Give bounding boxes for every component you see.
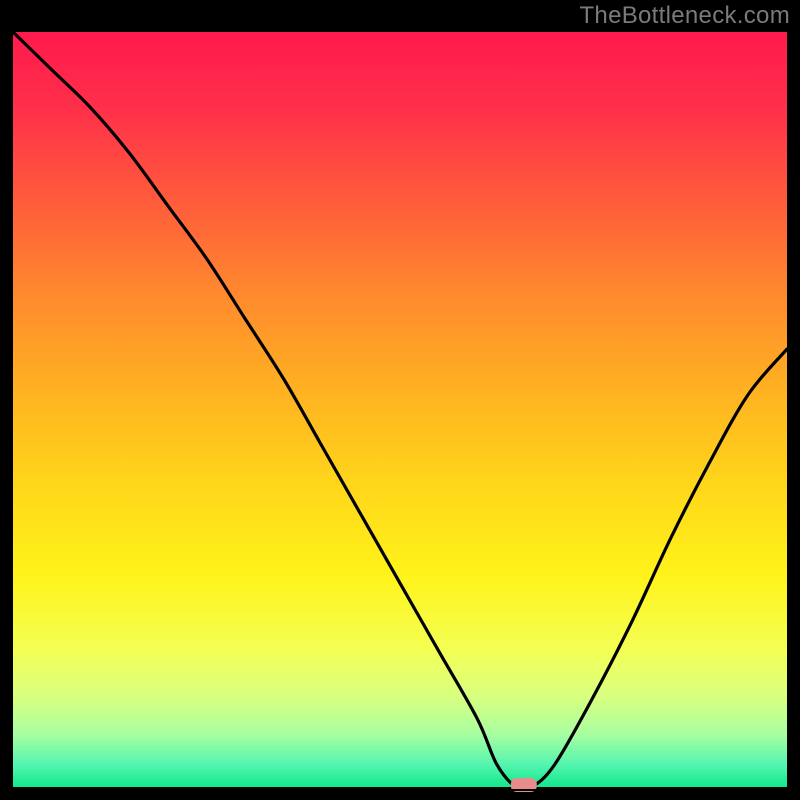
chart-svg — [0, 0, 800, 800]
watermark-text: TheBottleneck.com — [579, 2, 790, 30]
chart-frame: TheBottleneck.com — [0, 0, 800, 800]
plot-background-gradient — [13, 32, 787, 787]
